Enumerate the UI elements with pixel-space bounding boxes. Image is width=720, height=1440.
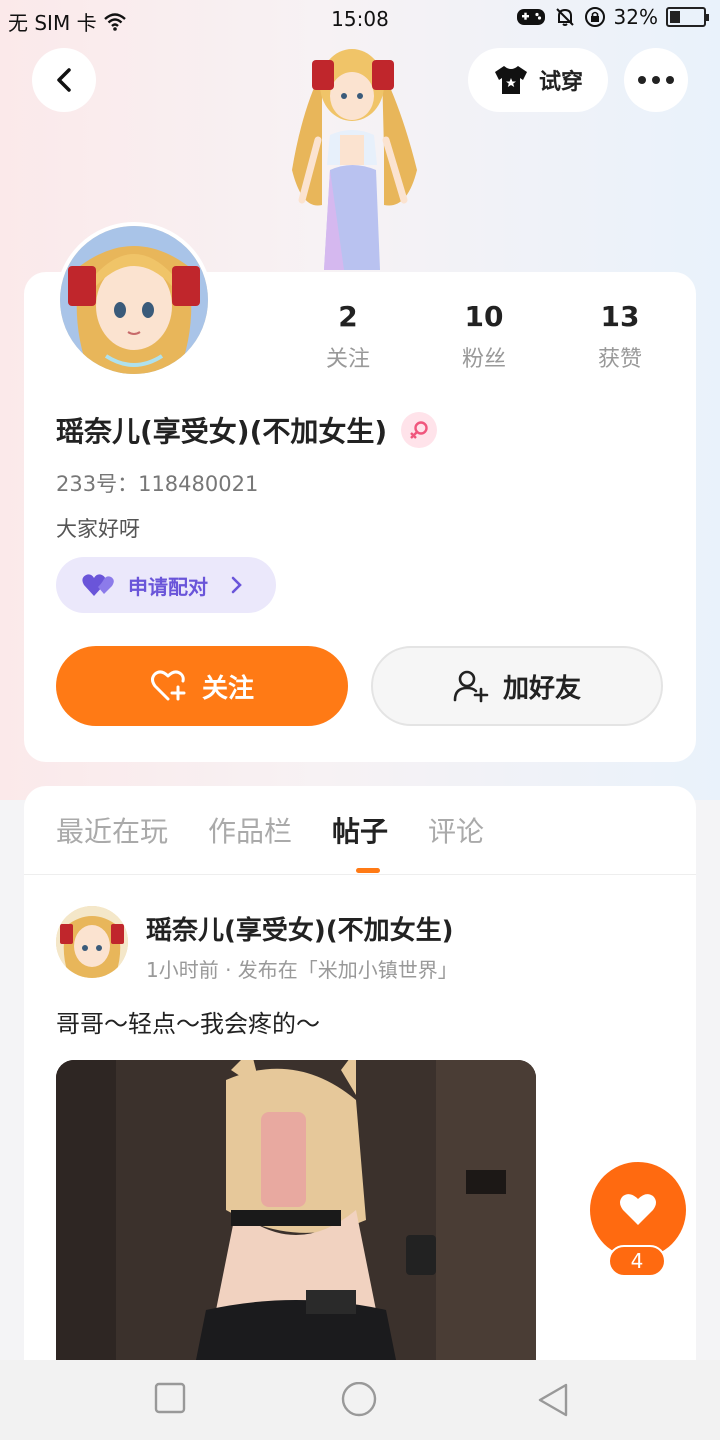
like-count: 4 <box>608 1245 666 1277</box>
add-friend-button[interactable]: 加好友 <box>371 646 663 726</box>
post-photo <box>56 1060 536 1360</box>
user-id: 233号：118480021 <box>56 472 259 496</box>
post-author-name[interactable]: 瑶奈儿(享受女)(不加女生) <box>146 910 454 947</box>
double-heart-icon <box>82 574 114 596</box>
add-friend-label: 加好友 <box>502 673 581 704</box>
stat-value: 13 <box>600 300 640 333</box>
chevron-left-icon <box>57 68 71 92</box>
follow-button[interactable]: 关注 <box>56 646 348 726</box>
system-nav-bar <box>0 1360 720 1440</box>
follow-label: 关注 <box>201 673 254 704</box>
tab-works[interactable]: 作品栏 <box>208 810 292 850</box>
stat-label: 粉丝 <box>461 347 506 372</box>
stat-label: 关注 <box>325 347 370 372</box>
more-dots-icon <box>638 76 674 84</box>
stat-following[interactable]: 2 关注 <box>280 300 416 373</box>
status-right: 32% <box>516 5 709 29</box>
like-button[interactable] <box>590 1162 686 1258</box>
avatar-image <box>56 906 128 978</box>
tab-posts[interactable]: 帖子 <box>332 810 388 850</box>
tab-recently-played[interactable]: 最近在玩 <box>56 810 168 850</box>
stat-likes[interactable]: 13 获赞 <box>552 300 688 373</box>
stat-value: 10 <box>464 300 504 333</box>
recents-icon[interactable] <box>154 1382 186 1414</box>
try-on-label: 试穿 <box>538 70 583 95</box>
more-button[interactable] <box>624 48 688 112</box>
home-icon[interactable] <box>340 1382 378 1420</box>
heart-plus-icon <box>150 670 186 701</box>
female-gender-icon <box>401 412 438 448</box>
stat-followers[interactable]: 10 粉丝 <box>416 300 552 373</box>
tshirt-icon <box>494 66 527 94</box>
stat-value: 2 <box>338 300 358 333</box>
mute-bell-icon <box>555 8 574 26</box>
battery-text: 32% <box>613 5 658 29</box>
active-tab-indicator <box>356 868 380 873</box>
battery-icon <box>666 7 709 27</box>
avatar-image <box>60 226 208 374</box>
request-pair-button[interactable]: 申请配对 <box>56 557 276 613</box>
lock-rotation-icon <box>584 7 605 27</box>
back-button[interactable] <box>32 48 96 112</box>
request-pair-label: 申请配对 <box>128 574 208 599</box>
heart-icon <box>620 1194 656 1225</box>
back-nav-icon[interactable] <box>536 1382 570 1418</box>
chevron-right-icon <box>231 576 242 594</box>
post-image[interactable] <box>56 1060 536 1360</box>
profile-tabs: 最近在玩 作品栏 帖子 评论 <box>56 810 484 850</box>
post-text: 哥哥～轻点～我会疼的～ <box>56 1010 320 1038</box>
username: 瑶奈儿(享受女)(不加女生) <box>56 415 388 448</box>
tab-divider <box>24 874 696 875</box>
stat-label: 获赞 <box>597 347 642 372</box>
character-figure <box>292 49 417 270</box>
post-meta: 1小时前 · 发布在「米加小镇世界」 <box>146 958 458 982</box>
gamepad-icon <box>516 9 545 25</box>
username-row: 瑶奈儿(享受女)(不加女生) <box>56 410 438 450</box>
add-user-icon <box>453 670 489 703</box>
user-bio: 大家好呀 <box>56 517 140 541</box>
tab-comments[interactable]: 评论 <box>428 810 484 850</box>
profile-stats: 2 关注 10 粉丝 13 获赞 <box>280 300 690 373</box>
post-author-avatar[interactable] <box>56 906 128 978</box>
try-on-button[interactable]: 试穿 <box>468 48 608 112</box>
profile-avatar[interactable] <box>56 222 212 378</box>
